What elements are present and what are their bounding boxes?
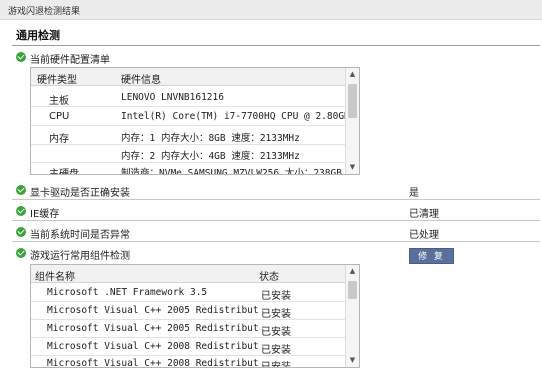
row-divider — [12, 241, 540, 242]
check-circle-icon — [16, 248, 26, 258]
hardware-row-type: 内存 — [49, 134, 69, 145]
hardware-row-info: 制造商：NVMe SAMSUNG MZVLW256 大小：238GB — [121, 168, 342, 175]
check-circle-icon — [16, 52, 26, 62]
hardware-row-info: 内存：2 内存大小：4GB 速度：2133MHz — [121, 151, 300, 162]
hardware-label: 当前硬件配置清单 — [30, 55, 110, 66]
hardware-row-info: Intel(R) Core(TM) i7-7700HQ CPU @ 2.80GH… — [121, 111, 356, 122]
hardware-scrollbar[interactable]: ▲ ▼ — [345, 68, 359, 174]
check-label: 当前系统时间是否异常 — [30, 230, 130, 241]
component-row-name: Microsoft Visual C++ 2008 Redistributabl — [47, 358, 276, 368]
hardware-row-type: 主板 — [49, 96, 69, 107]
section-divider — [12, 45, 540, 46]
row-divider — [31, 162, 347, 163]
hardware-table-header — [31, 68, 347, 86]
hardware-row-type: CPU — [49, 111, 70, 122]
hardware-row-info: 内存：1 内存大小：8GB 速度：2133MHz — [121, 133, 300, 144]
row-divider — [12, 220, 540, 221]
check-status: 是 — [409, 188, 419, 199]
window-titlebar: 游戏闪退检测结果 — [0, 0, 542, 20]
component-row-status: 已安装 — [259, 323, 291, 338]
components-scrollbar[interactable]: ▲ ▼ — [345, 265, 359, 367]
scroll-thumb[interactable] — [348, 84, 357, 118]
component-row-status: 已安装 — [259, 305, 291, 320]
component-row-name: Microsoft Visual C++ 2005 Redistributabl — [47, 323, 276, 334]
component-row-status: 已安装 — [259, 287, 291, 302]
component-row-name: Microsoft Visual C++ 2005 Redistributabl — [47, 305, 276, 316]
row-divider — [31, 319, 347, 320]
components-panel[interactable]: 组件名称 状态 Microsoft .NET Framework 3.5 已安装… — [30, 264, 360, 368]
components-label: 游戏运行常用组件检测 — [30, 251, 130, 262]
arrow-down-icon[interactable]: ▼ — [346, 354, 359, 367]
row-divider — [31, 144, 347, 145]
row-divider — [31, 301, 347, 302]
row-divider — [31, 125, 347, 126]
components-header-name: 组件名称 — [35, 272, 75, 283]
check-status: 已清理 — [409, 209, 439, 220]
hardware-row-info: LENOVO LNVNB161216 — [121, 92, 224, 103]
arrow-down-icon[interactable]: ▼ — [346, 161, 359, 174]
component-row-status: 已安装 — [259, 341, 291, 356]
arrow-up-icon[interactable]: ▲ — [346, 265, 359, 278]
check-status: 已处理 — [409, 230, 439, 241]
scroll-thumb[interactable] — [348, 281, 357, 299]
components-header-status: 状态 — [259, 272, 279, 283]
check-label: IE缓存 — [30, 209, 60, 220]
component-row-status: 已安装 — [259, 358, 291, 367]
row-divider — [31, 337, 347, 338]
window-title: 游戏闪退检测结果 — [8, 7, 81, 17]
components-table-header — [31, 265, 347, 283]
row-divider — [31, 355, 347, 356]
check-circle-icon — [16, 185, 26, 195]
component-row-name: Microsoft .NET Framework 3.5 — [47, 287, 208, 298]
hardware-row-type: 主硬盘 — [49, 169, 79, 175]
arrow-up-icon[interactable]: ▲ — [346, 68, 359, 81]
section-title: 通用检测 — [16, 29, 60, 42]
check-circle-icon — [16, 206, 26, 216]
hardware-header-info: 硬件信息 — [121, 75, 161, 86]
check-circle-icon — [16, 227, 26, 237]
check-label: 显卡驱动是否正确安装 — [30, 188, 130, 199]
hardware-panel[interactable]: 硬件类型 硬件信息 主板 LENOVO LNVNB161216 CPU Inte… — [30, 67, 360, 175]
component-row-name: Microsoft Visual C++ 2008 Redistributabl — [47, 341, 276, 352]
row-divider — [12, 199, 540, 200]
hardware-header-type: 硬件类型 — [37, 75, 77, 86]
repair-button[interactable]: 修 复 — [409, 248, 454, 264]
row-divider — [31, 106, 347, 107]
